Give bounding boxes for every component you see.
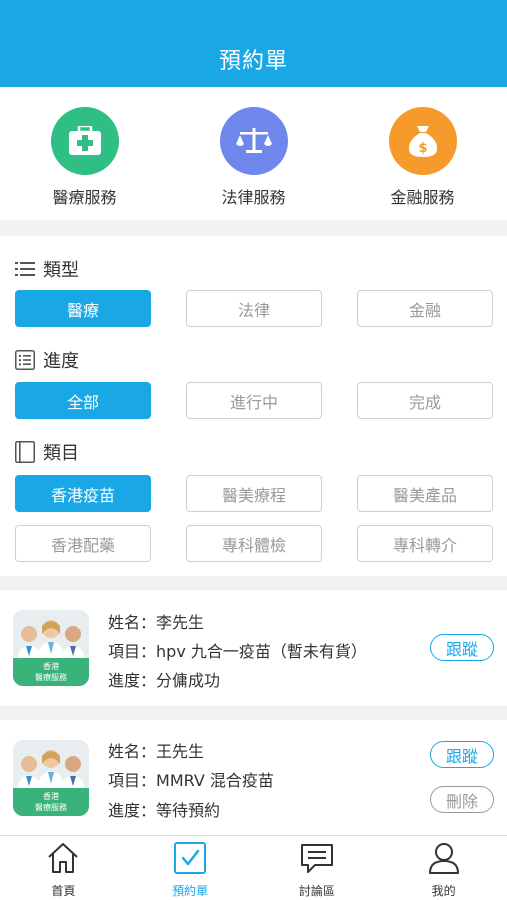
list-icon [15,259,35,279]
avatar-caption: 香港 醫療服務 [13,658,89,686]
chip-progress-all[interactable]: 全部 [15,382,151,419]
nav-header: 預約單 [0,0,507,87]
order-progress: 進度：等待預約 [108,801,221,820]
svg-text:$: $ [418,141,427,156]
service-label: 法律服務 [221,188,286,207]
tab-label: 首頁 [51,884,76,898]
order-card[interactable]: 香港 醫療服務 姓名：王先生 項目：MMRV 混合疫苗 進度：等待預約 跟蹤 刪… [0,720,507,835]
tab-me[interactable]: 我的 [380,836,507,900]
tab-forum[interactable]: 討論區 [254,836,381,900]
filter-progress-heading: 進度 [15,347,79,373]
chip-type-finance[interactable]: 金融 [357,290,493,327]
scales-icon [219,107,288,175]
avatar: 香港 醫療服務 [13,740,89,816]
order-item: 項目：MMRV 混合疫苗 [108,771,274,790]
follow-button[interactable]: 跟蹤 [430,634,494,661]
chip-progress-ongoing[interactable]: 進行中 [186,382,322,419]
chip-category-hk-vaccine[interactable]: 香港疫苗 [15,475,151,512]
chip-category-specialist-checkup[interactable]: 專科體檢 [186,525,322,562]
filter-progress-title: 進度 [43,351,79,372]
money-bag-icon: $ [388,107,457,175]
chip-category-specialist-referral[interactable]: 專科轉介 [357,525,493,562]
checklist-icon [15,350,35,370]
chip-category-aesthetic-product[interactable]: 醫美產品 [357,475,493,512]
avatar-caption: 香港 醫療服務 [13,788,89,816]
order-card[interactable]: 香港 醫療服務 姓名：李先生 項目：hpv 九合一疫苗（暫未有貨） 進度：分傭成… [0,590,507,706]
service-label: 醫療服務 [52,188,117,207]
home-icon [46,842,80,878]
service-legal[interactable]: 法律服務 [189,107,319,220]
avatar: 香港 醫療服務 [13,610,89,686]
delete-button[interactable]: 刪除 [430,786,494,813]
tab-label: 我的 [431,884,456,898]
service-medical[interactable]: 醫療服務 [20,107,150,220]
filter-category-heading: 類目 [15,439,79,465]
tab-label: 討論區 [298,884,335,898]
follow-button[interactable]: 跟蹤 [430,741,494,768]
book-icon [15,441,35,463]
doctors-icon [13,746,89,794]
order-name: 姓名：李先生 [108,613,205,632]
tab-home[interactable]: 首頁 [0,836,127,900]
tab-bar: 首頁 預約單 討論區 我的 [0,835,507,900]
chat-icon [299,842,335,878]
chip-category-hk-dispensing[interactable]: 香港配藥 [15,525,151,562]
order-progress: 進度：分傭成功 [108,671,221,690]
chip-category-aesthetic-treatment[interactable]: 醫美療程 [186,475,322,512]
medical-kit-icon [50,107,119,175]
checkbox-icon [173,842,207,878]
service-finance[interactable]: $ 金融服務 [358,107,488,220]
service-row: 醫療服務 法律服務 $ 金融服務 [0,87,507,220]
tab-label: 預約單 [172,884,209,898]
order-name: 姓名：王先生 [108,742,205,761]
service-label: 金融服務 [390,188,455,207]
chip-type-legal[interactable]: 法律 [186,290,322,327]
filter-category-title: 類目 [43,443,79,464]
filter-panel: 類型 醫療 法律 金融 進度 全部 進行中 完成 類目 香港疫苗 醫美療程 醫美… [0,236,507,576]
filter-type-heading: 類型 [15,256,79,282]
tab-orders[interactable]: 預約單 [127,836,254,900]
doctors-icon [13,616,89,664]
filter-type-title: 類型 [43,260,79,281]
user-icon [427,842,461,878]
page-title: 預約單 [218,49,288,74]
order-item: 項目：hpv 九合一疫苗（暫未有貨） [108,642,367,661]
chip-type-medical[interactable]: 醫療 [15,290,151,327]
chip-progress-done[interactable]: 完成 [357,382,493,419]
